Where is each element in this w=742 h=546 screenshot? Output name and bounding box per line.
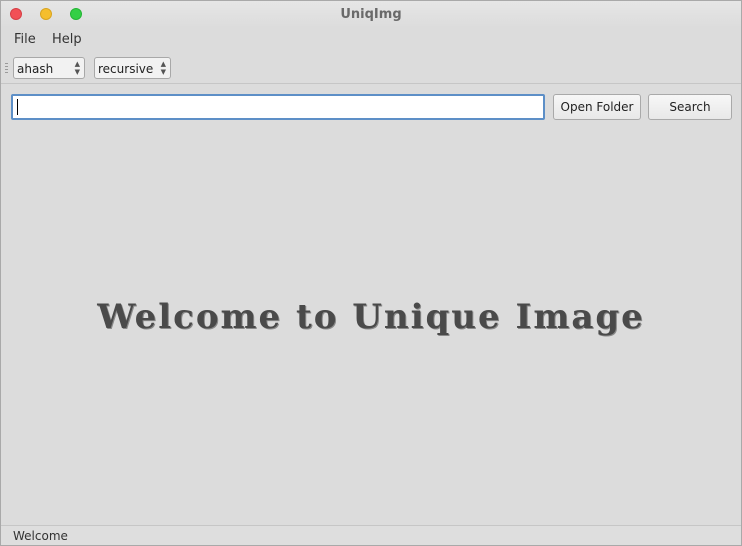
menu-help[interactable]: Help — [52, 32, 82, 47]
app-window: UniqImg File Help ahash ▲ ▼ recursive ▲ ▼ … — [0, 0, 742, 546]
status-text: Welcome — [13, 529, 68, 543]
search-bar: Open Folder Search — [1, 91, 741, 125]
welcome-banner: Welcome to Unique Image — [97, 297, 645, 337]
menu-file[interactable]: File — [14, 32, 36, 47]
status-bar: Welcome — [1, 525, 741, 545]
folder-path-input[interactable] — [11, 94, 545, 120]
toolbar: ahash ▲ ▼ recursive ▲ ▼ — [1, 53, 741, 84]
scan-mode-select[interactable]: recursive ▲ ▼ — [94, 57, 171, 79]
toolbar-grip-icon[interactable] — [5, 63, 8, 73]
up-down-arrows-icon: ▲ ▼ — [74, 60, 80, 76]
hash-algorithm-select[interactable]: ahash ▲ ▼ — [13, 57, 85, 79]
open-folder-button[interactable]: Open Folder — [553, 94, 641, 120]
window-title: UniqImg — [340, 7, 402, 22]
text-caret — [17, 99, 18, 115]
search-button[interactable]: Search — [648, 94, 732, 120]
title-bar[interactable]: UniqImg — [1, 1, 741, 28]
up-down-arrows-icon: ▲ ▼ — [160, 60, 166, 76]
menu-bar: File Help — [1, 29, 741, 51]
scan-mode-value: recursive — [98, 62, 154, 76]
hash-algorithm-value: ahash — [17, 62, 54, 76]
